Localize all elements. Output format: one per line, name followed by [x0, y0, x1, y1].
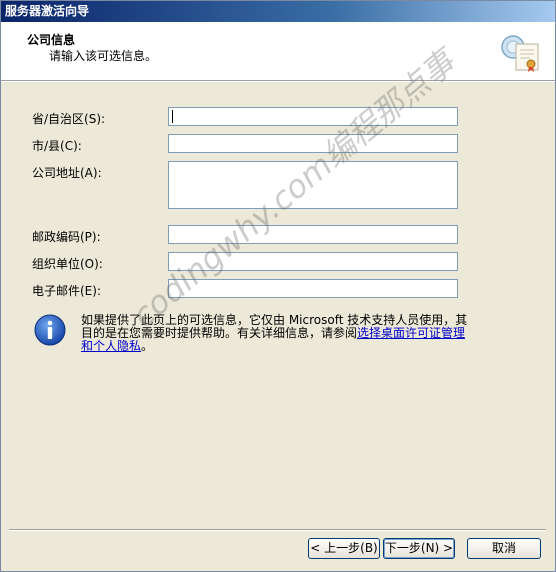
- postal-code-input[interactable]: [168, 225, 458, 244]
- page-subtitle: 请输入该可选信息。: [49, 49, 158, 63]
- cancel-button[interactable]: 取消: [467, 538, 541, 559]
- back-button[interactable]: < 上一步(B): [308, 538, 380, 559]
- footer-divider: [9, 529, 546, 531]
- certificate-server-icon: [501, 35, 539, 72]
- text-caret: [172, 110, 173, 123]
- title-bar: 服务器激活向导: [1, 1, 555, 22]
- province-label: 省/自治区(S):: [32, 112, 106, 126]
- wizard-body: 省/自治区(S): 市/县(C): 公司地址(A): 邮政编码(P): 组织单位…: [1, 82, 555, 530]
- next-button[interactable]: 下一步(N) >: [383, 538, 455, 559]
- info-icon: [34, 314, 66, 346]
- city-label: 市/县(C):: [32, 139, 82, 153]
- city-input[interactable]: [168, 134, 458, 153]
- company-address-label: 公司地址(A):: [32, 166, 102, 180]
- email-label: 电子邮件(E):: [32, 284, 101, 298]
- page-title: 公司信息: [27, 33, 76, 47]
- province-input[interactable]: [168, 107, 458, 126]
- email-input[interactable]: [168, 279, 458, 298]
- privacy-info-text: 如果提供了此页上的可选信息，它仅由 Microsoft 技术支持人员使用，其目的…: [81, 314, 476, 353]
- activation-wizard-window: 服务器激活向导 公司信息 请输入该可选信息。 省/自治区(S): 市/县(C):…: [0, 0, 556, 572]
- wizard-header: 公司信息 请输入该可选信息。: [1, 22, 555, 81]
- info-suffix: 。: [141, 339, 154, 353]
- postal-code-label: 邮政编码(P):: [32, 230, 101, 244]
- window-title: 服务器激活向导: [5, 4, 90, 18]
- organization-unit-label: 组织单位(O):: [32, 257, 103, 271]
- organization-unit-input[interactable]: [168, 252, 458, 271]
- company-address-input[interactable]: [168, 161, 458, 209]
